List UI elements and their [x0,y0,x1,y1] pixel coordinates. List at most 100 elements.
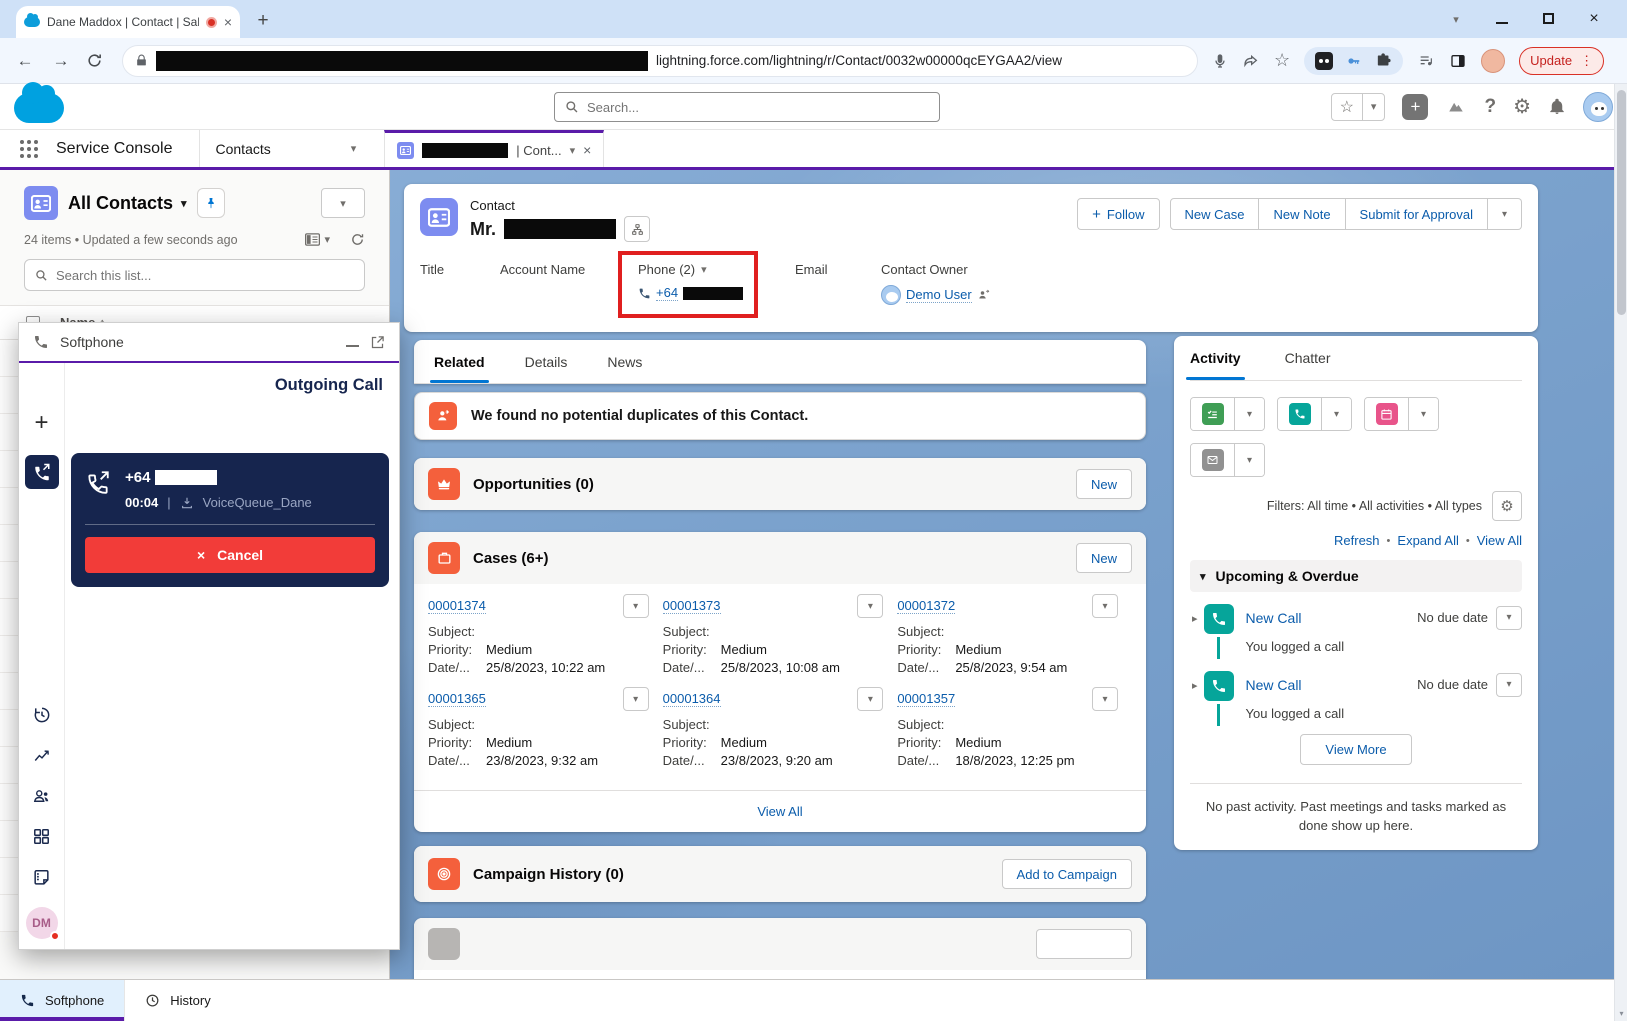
help-icon[interactable]: ? [1484,96,1496,118]
global-search-input[interactable] [587,100,929,115]
apps-grid-icon[interactable] [32,827,51,846]
scrollbar-thumb[interactable] [1617,90,1626,315]
global-actions-button[interactable]: + [1402,94,1428,120]
browser-tab[interactable]: Dane Maddox | Contact | Sal × [16,6,240,38]
browser-profile-avatar[interactable] [1481,49,1505,73]
agent-presence-avatar[interactable]: DM [26,907,58,939]
case-number-link[interactable]: 00001365 [428,691,486,707]
list-search-box[interactable] [24,259,365,291]
browser-menu-icon[interactable]: ⋮ [1580,53,1593,69]
activity-filter-gear-button[interactable]: ⚙ [1492,491,1522,521]
update-button[interactable]: Update ⋮ [1519,47,1604,75]
activity-item-link[interactable]: New Call [1246,610,1418,626]
reading-list-icon[interactable] [1417,53,1435,69]
workspace-tab-contact[interactable]: | Cont... ▾ × [384,130,604,167]
cases-title[interactable]: Cases (6+) [473,550,1063,567]
new-opportunity-button[interactable]: New [1076,469,1132,499]
tab-activity[interactable]: Activity [1190,336,1241,380]
new-tab-button[interactable]: + [250,10,276,32]
microphone-icon[interactable] [1212,52,1228,70]
phone-number-link[interactable]: +64 [656,285,678,301]
activity-view-all-link[interactable]: View All [1477,533,1522,548]
expand-item-icon[interactable]: ▸ [1192,679,1198,726]
submit-for-approval-button[interactable]: Submit for Approval [1346,198,1488,230]
notes-icon[interactable] [32,868,51,887]
nav-tab-chevron-icon[interactable]: ▾ [351,142,357,155]
activity-item-link[interactable]: New Call [1246,677,1418,693]
case-actions-button[interactable]: ▾ [623,687,649,711]
global-search-box[interactable] [554,92,940,122]
activity-item-actions-button[interactable]: ▾ [1496,606,1522,630]
tab-details[interactable]: Details [525,340,568,383]
favorites-chevron-icon[interactable]: ▾ [1362,94,1385,120]
favorites-button[interactable]: ☆ ▾ [1331,93,1386,121]
case-actions-button[interactable]: ▾ [857,594,883,618]
extensions-puzzle-icon[interactable] [1375,52,1392,69]
user-avatar[interactable] [1583,92,1613,122]
more-actions-button[interactable]: ▾ [1488,198,1522,230]
refresh-link[interactable]: Refresh [1334,533,1380,548]
log-call-dropdown[interactable]: ▾ [1322,398,1351,430]
softphone-popout-icon[interactable] [370,335,385,350]
case-actions-button[interactable]: ▾ [1092,687,1118,711]
case-number-link[interactable]: 00001357 [897,691,955,707]
case-number-link[interactable]: 00001372 [897,598,955,614]
new-event-dropdown[interactable]: ▾ [1409,398,1438,430]
side-panel-icon[interactable] [1449,53,1467,69]
tab-news[interactable]: News [607,340,642,383]
new-case-button[interactable]: New Case [1170,198,1260,230]
extension-domino-icon[interactable] [1315,52,1333,70]
case-number-link[interactable]: 00001374 [428,598,486,614]
window-maximize-button[interactable] [1525,12,1571,27]
section-chevron-icon[interactable]: ▾ [1200,570,1206,583]
refresh-list-icon[interactable] [350,232,365,247]
history-icon[interactable] [32,705,52,725]
tab-search-icon[interactable]: ▾ [1433,13,1479,26]
list-view-chevron-icon[interactable]: ▾ [181,197,187,210]
opportunities-title[interactable]: Opportunities (0) [473,476,1063,493]
display-as-button[interactable]: ▾ [305,233,330,246]
back-icon[interactable]: ← [14,51,36,71]
new-event-button[interactable] [1365,398,1409,430]
notification-bell-icon[interactable] [1548,97,1566,116]
page-scrollbar[interactable]: ▾ [1614,84,1627,1021]
window-minimize-button[interactable] [1479,12,1525,27]
workspace-tab-close-icon[interactable]: × [583,143,591,157]
new-task-dropdown[interactable]: ▾ [1235,398,1264,430]
new-note-button[interactable]: New Note [1259,198,1345,230]
trailhead-icon[interactable] [1445,98,1467,116]
phone-field-chevron-icon[interactable]: ▾ [701,263,707,276]
softphone-minimize-icon[interactable] [346,335,359,350]
expand-item-icon[interactable]: ▸ [1192,612,1198,659]
case-number-link[interactable]: 00001364 [663,691,721,707]
bookmark-star-icon[interactable]: ☆ [1274,50,1290,71]
follow-button[interactable]: + Follow [1077,198,1159,230]
window-close-button[interactable]: × [1571,10,1617,28]
workspace-tab-chevron-icon[interactable]: ▾ [570,144,576,157]
reload-icon[interactable] [86,52,108,69]
list-search-input[interactable] [56,268,354,283]
new-task-button[interactable] [1191,398,1235,430]
list-view-title[interactable]: All Contacts ▾ [68,193,187,214]
extension-key-icon[interactable] [1345,54,1363,68]
forward-icon[interactable]: → [50,51,72,71]
add-to-campaign-button[interactable]: Add to Campaign [1002,859,1132,889]
utility-softphone-tab[interactable]: Softphone [0,980,124,1021]
email-button[interactable] [1191,444,1235,476]
tab-chatter[interactable]: Chatter [1285,336,1331,380]
activity-item-actions-button[interactable]: ▾ [1496,673,1522,697]
campaign-history-title[interactable]: Campaign History (0) [473,866,989,883]
cancel-call-button[interactable]: × Cancel [85,537,375,573]
active-call-tab-button[interactable] [25,455,59,489]
log-call-button[interactable] [1278,398,1322,430]
setup-gear-icon[interactable]: ⚙ [1513,94,1531,119]
pin-list-button[interactable] [197,188,225,218]
partial-action-button[interactable] [1036,929,1132,959]
new-call-tab-button[interactable]: + [34,409,48,437]
case-actions-button[interactable]: ▾ [623,594,649,618]
list-view-controls-button[interactable]: ▾ [321,188,365,218]
owner-link[interactable]: Demo User [906,287,972,303]
tab-close-icon[interactable]: × [224,15,232,29]
email-dropdown[interactable]: ▾ [1235,444,1264,476]
share-icon[interactable] [1242,53,1260,69]
